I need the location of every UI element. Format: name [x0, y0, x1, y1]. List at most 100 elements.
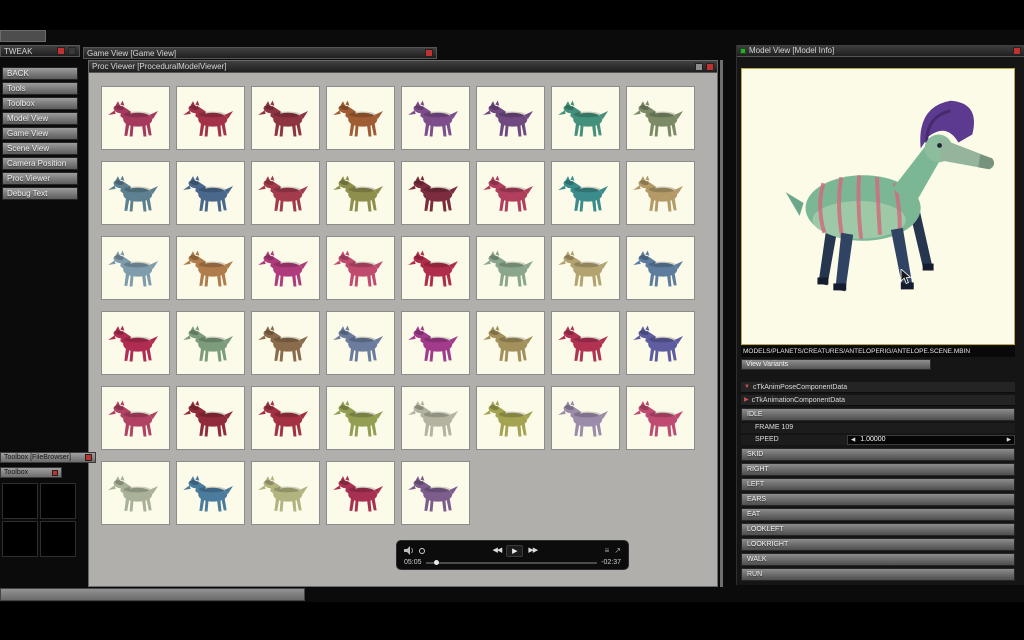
- speed-value[interactable]: 1.00000: [858, 435, 1004, 445]
- close-icon[interactable]: [706, 62, 714, 71]
- progress-bar[interactable]: [425, 559, 598, 565]
- creature-cell[interactable]: [401, 86, 470, 150]
- close-icon[interactable]: [1013, 46, 1021, 55]
- creature-cell[interactable]: [326, 161, 395, 225]
- creature-cell[interactable]: [401, 311, 470, 375]
- play-icon[interactable]: ▶: [506, 544, 524, 557]
- sidebar-item-game-view[interactable]: Game View: [2, 127, 78, 140]
- fast-forward-icon[interactable]: ▶▶: [528, 546, 538, 556]
- creature-cell[interactable]: [251, 236, 320, 300]
- collapsed-window-strip[interactable]: [0, 588, 305, 601]
- animation-row-idle[interactable]: IDLE: [741, 408, 1015, 421]
- animation-row-lookleft[interactable]: LOOKLEFT: [741, 523, 1015, 536]
- creature-cell[interactable]: [176, 86, 245, 150]
- close-icon[interactable]: [57, 47, 65, 55]
- sidebar-item-scene-view[interactable]: Scene View: [2, 142, 78, 155]
- animation-row-eat[interactable]: EAT: [741, 508, 1015, 521]
- game-view-titlebar[interactable]: Game View [Game View]: [83, 47, 437, 59]
- close-icon[interactable]: [85, 454, 92, 461]
- creature-cell[interactable]: [326, 461, 395, 525]
- minimize-icon[interactable]: [695, 62, 703, 71]
- creature-cell[interactable]: [176, 311, 245, 375]
- creature-cell[interactable]: [101, 236, 170, 300]
- view-variants-button[interactable]: View Variants: [741, 359, 931, 370]
- creature-cell[interactable]: [626, 386, 695, 450]
- close-icon[interactable]: [52, 469, 58, 476]
- creature-cell[interactable]: [326, 386, 395, 450]
- sidebar-item-back[interactable]: BACK: [2, 67, 78, 80]
- progress-marker[interactable]: [434, 559, 440, 565]
- sidebar-item-camera-position[interactable]: Camera Position: [2, 157, 78, 170]
- sidebar-item-toolbox[interactable]: Toolbox: [2, 97, 78, 110]
- creature-cell[interactable]: [551, 86, 620, 150]
- animation-row-walk[interactable]: WALK: [741, 553, 1015, 566]
- animation-row-run[interactable]: RUN: [741, 568, 1015, 581]
- creature-cell[interactable]: [176, 461, 245, 525]
- creature-cell[interactable]: [251, 86, 320, 150]
- creature-cell[interactable]: [476, 161, 545, 225]
- creature-cell[interactable]: [476, 386, 545, 450]
- creature-cell[interactable]: [401, 161, 470, 225]
- share-icon[interactable]: ↗: [614, 546, 621, 555]
- expand-arrow-icon[interactable]: ▶: [744, 397, 749, 403]
- top-left-tab[interactable]: [0, 30, 46, 42]
- file-thumbnail[interactable]: [40, 483, 76, 519]
- creature-cell[interactable]: [101, 161, 170, 225]
- sidebar-item-tools[interactable]: Tools: [2, 82, 78, 95]
- creature-cell[interactable]: [476, 236, 545, 300]
- creature-cell[interactable]: [401, 236, 470, 300]
- creature-cell[interactable]: [401, 461, 470, 525]
- creature-cell[interactable]: [101, 386, 170, 450]
- toolbox-inner-titlebar[interactable]: Toolbox: [0, 467, 62, 478]
- creature-cell[interactable]: [551, 161, 620, 225]
- creature-cell[interactable]: [326, 236, 395, 300]
- creature-cell[interactable]: [551, 386, 620, 450]
- game-view-window-edge[interactable]: [720, 60, 723, 587]
- creature-cell[interactable]: [251, 311, 320, 375]
- creature-cell[interactable]: [476, 311, 545, 375]
- creature-cell[interactable]: [401, 386, 470, 450]
- creature-cell[interactable]: [551, 236, 620, 300]
- animation-row-skid[interactable]: SKID: [741, 448, 1015, 461]
- creature-cell[interactable]: [251, 386, 320, 450]
- spinner-right-arrow-icon[interactable]: ▶: [1004, 436, 1014, 444]
- volume-icon[interactable]: [404, 546, 414, 555]
- settings-icon[interactable]: ≡: [605, 546, 610, 555]
- creature-cell[interactable]: [626, 86, 695, 150]
- proc-viewer-titlebar[interactable]: Proc Viewer [ProceduralModelViewer]: [89, 61, 717, 73]
- close-icon[interactable]: [425, 49, 433, 57]
- file-thumbnail[interactable]: [2, 483, 38, 519]
- animation-row-ears[interactable]: EARS: [741, 493, 1015, 506]
- creature-cell[interactable]: [251, 161, 320, 225]
- creature-cell[interactable]: [626, 161, 695, 225]
- animation-row-right[interactable]: RIGHT: [741, 463, 1015, 476]
- creature-cell[interactable]: [101, 311, 170, 375]
- speed-spinner[interactable]: ◀ 1.00000 ▶: [847, 435, 1015, 445]
- minimize-icon[interactable]: [68, 47, 76, 55]
- animation-row-left[interactable]: LEFT: [741, 478, 1015, 491]
- creature-cell[interactable]: [326, 311, 395, 375]
- creature-cell[interactable]: [101, 461, 170, 525]
- toolbox-titlebar[interactable]: Toolbox [FileBrowser]: [0, 452, 96, 463]
- sidebar-item-proc-viewer[interactable]: Proc Viewer: [2, 172, 78, 185]
- creature-cell[interactable]: [626, 311, 695, 375]
- creature-cell[interactable]: [551, 311, 620, 375]
- spinner-left-arrow-icon[interactable]: ◀: [848, 436, 858, 444]
- creature-cell[interactable]: [626, 236, 695, 300]
- component-row[interactable]: ▼ cTkAnimPoseComponentData: [741, 382, 1015, 393]
- file-thumbnail[interactable]: [40, 521, 76, 557]
- creature-cell[interactable]: [176, 386, 245, 450]
- rewind-icon[interactable]: ◀◀: [493, 546, 503, 556]
- model-view-titlebar[interactable]: Model View [Model Info]: [737, 45, 1024, 57]
- file-thumbnail[interactable]: [2, 521, 38, 557]
- sidebar-item-debug-text[interactable]: Debug Text: [2, 187, 78, 200]
- creature-cell[interactable]: [476, 86, 545, 150]
- creature-cell[interactable]: [176, 236, 245, 300]
- record-icon[interactable]: [419, 547, 425, 554]
- animation-row-lookright[interactable]: LOOKRIGHT: [741, 538, 1015, 551]
- creature-cell[interactable]: [101, 86, 170, 150]
- component-row[interactable]: ▶ cTkAnimationComponentData: [741, 395, 1015, 406]
- creature-cell[interactable]: [176, 161, 245, 225]
- tweak-titlebar[interactable]: TWEAK: [0, 45, 80, 57]
- creature-cell[interactable]: [251, 461, 320, 525]
